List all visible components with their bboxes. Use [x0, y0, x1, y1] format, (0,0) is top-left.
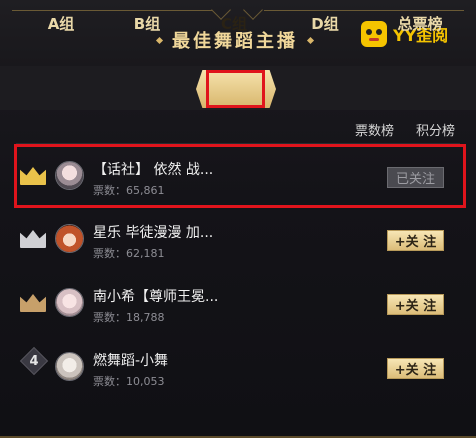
follow-button[interactable]: +关 注 [387, 358, 444, 379]
avatar[interactable] [55, 161, 84, 190]
tab-active-background [196, 70, 276, 108]
tab-total-votes[interactable]: 总票榜 [382, 8, 458, 38]
avatar[interactable] [55, 352, 84, 381]
ranking-panel: 最佳舞蹈主播 YY歪阅 A组 B组 C组 D组 总票榜 票数榜 积分榜 【话社】… [0, 0, 476, 438]
list-item: 星乐 毕徒漫漫 加... 票数：62,181 +关 注 [0, 210, 476, 270]
vote-count: 票数：10,053 [93, 375, 165, 388]
tab-group-b[interactable]: B组 [118, 8, 176, 38]
tab-group-d[interactable]: D组 [296, 8, 354, 38]
followed-button[interactable]: 已关注 [387, 167, 444, 188]
sort-by-votes-link[interactable]: 票数榜 [355, 120, 394, 139]
tab-group-c[interactable]: C组 [204, 8, 264, 38]
streamer-name[interactable]: 星乐 毕徒漫漫 加... [93, 222, 213, 242]
list-item: 南小希【尊师王冕... 票数：18,788 +关 注 [0, 274, 476, 334]
bronze-crown-icon [20, 294, 46, 312]
vote-count: 票数：62,181 [93, 247, 165, 260]
list-item: 4 燃舞蹈-小舞 票数：10,053 +关 注 [0, 338, 476, 398]
silver-crown-icon [20, 230, 46, 248]
streamer-name[interactable]: 【话社】 依然 战... [93, 159, 213, 179]
follow-button[interactable]: +关 注 [387, 230, 444, 251]
vote-count: 票数：65,861 [93, 184, 165, 197]
avatar[interactable] [55, 288, 84, 317]
tab-group-a[interactable]: A组 [32, 8, 90, 38]
follow-button[interactable]: +关 注 [387, 294, 444, 315]
rank-number: 4 [29, 354, 39, 369]
streamer-name[interactable]: 燃舞蹈-小舞 [93, 350, 168, 370]
gold-crown-icon [20, 167, 46, 185]
list-divider [16, 143, 460, 144]
vote-count: 票数：18,788 [93, 311, 165, 324]
avatar[interactable] [55, 224, 84, 253]
streamer-name[interactable]: 南小希【尊师王冕... [93, 286, 218, 306]
list-item: 【话社】 依然 战... 票数：65,861 已关注 [0, 147, 476, 207]
sort-by-points-link[interactable]: 积分榜 [416, 120, 455, 139]
